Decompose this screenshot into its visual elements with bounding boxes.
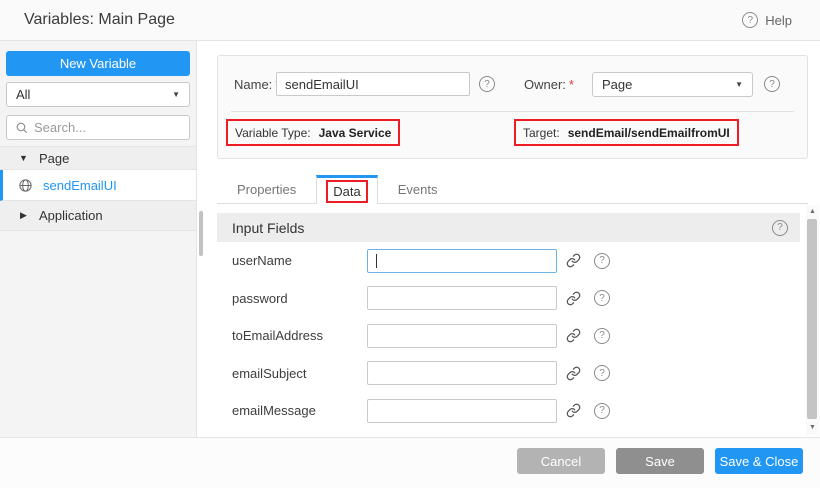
field-label: userName [232,253,367,268]
tab-data[interactable]: Data [316,175,377,204]
username-input[interactable] [367,249,557,273]
scrollbar-thumb[interactable] [807,219,817,419]
name-field[interactable] [276,72,470,96]
field-label: emailMessage [232,403,367,418]
tree-item-label: sendEmailUI [43,178,117,193]
help-icon: ? [742,12,758,28]
search-box[interactable] [6,115,190,140]
data-tab-panel: Input Fields ? userName ? password ? toE… [217,213,800,430]
tree-item-sendemailui[interactable]: sendEmailUI [0,170,196,201]
bind-link-icon[interactable] [566,291,581,306]
password-input[interactable] [367,286,557,310]
field-row-toemailaddress: toEmailAddress ? [217,317,800,355]
scroll-up-icon[interactable]: ▲ [806,206,819,218]
toemailaddress-input[interactable] [367,324,557,348]
tab-data-label: Data [333,184,360,199]
bind-link-icon[interactable] [566,403,581,418]
sidebar-scroll-track [196,41,205,437]
page-title: Variables: Main Page [24,11,175,29]
field-row-username: userName ? [217,242,800,280]
field-help-icon[interactable]: ? [594,253,610,269]
dialog-footer: Cancel Save Save & Close [0,437,820,488]
caret-right-icon: ▶ [18,210,29,221]
field-label: toEmailAddress [232,328,367,343]
input-fields-title: Input Fields [232,220,304,236]
emailmessage-input[interactable] [367,399,557,423]
field-help-icon[interactable]: ? [594,403,610,419]
field-help-icon[interactable]: ? [594,365,610,381]
tab-events[interactable]: Events [378,175,458,203]
field-help-icon[interactable]: ? [594,290,610,306]
bind-link-icon[interactable] [566,253,581,268]
filter-selected-value: All [16,87,30,102]
annotation-box-target: Target: sendEmail/sendEmailfromUI [514,119,739,146]
search-icon [15,121,28,134]
field-row-password: password ? [217,280,800,318]
sidebar: New Variable All ▼ ▼ Page sendEmailUI ▶ … [0,41,205,437]
target-value: sendEmail/sendEmailfromUI [568,126,730,140]
help-label: Help [765,13,792,28]
chevron-down-icon: ▼ [172,90,180,99]
variable-details: Name:* ? Owner:* Page ▼ ? Variable Type:… [205,41,820,437]
input-fields-header: Input Fields ? [217,213,800,242]
caret-down-icon: ▼ [18,153,29,163]
variable-tree: ▼ Page sendEmailUI ▶ Application [0,146,196,231]
save-button[interactable]: Save [616,448,704,474]
search-input[interactable] [34,120,181,135]
variable-meta-panel: Name:* ? Owner:* Page ▼ ? Variable Type:… [217,55,808,159]
variables-dialog: Variables: Main Page ? Help New Variable… [0,0,820,488]
filter-select[interactable]: All ▼ [6,82,190,107]
bind-link-icon[interactable] [566,366,581,381]
annotation-box-variable-type: Variable Type: Java Service [226,119,400,146]
save-and-close-button[interactable]: Save & Close [715,448,803,474]
tree-group-application-label: Application [39,208,103,223]
required-marker: * [569,77,574,92]
cancel-button[interactable]: Cancel [517,448,605,474]
tree-group-application[interactable]: ▶ Application [0,201,196,231]
scroll-down-icon[interactable]: ▼ [806,422,819,434]
variable-type-value: Java Service [319,126,392,140]
emailsubject-input[interactable] [367,361,557,385]
field-label: password [232,291,367,306]
chevron-down-icon: ▼ [735,80,743,89]
field-row-emailmessage: emailMessage ? [217,392,800,430]
tree-group-page[interactable]: ▼ Page [0,146,196,170]
help-button[interactable]: ? Help [742,12,792,28]
text-cursor [376,254,377,268]
variable-type-label: Variable Type: [235,126,311,140]
owner-selected-value: Page [602,77,632,92]
divider [231,111,794,112]
dialog-header: Variables: Main Page ? Help [0,0,820,41]
owner-select[interactable]: Page ▼ [592,72,753,97]
sidebar-scrollbar[interactable] [199,211,203,256]
target-label: Target: [523,126,560,140]
name-label: Name:* [234,77,280,92]
input-fields-help-icon[interactable]: ? [772,220,788,236]
tab-bar: Properties Data Events [217,175,808,204]
new-variable-button[interactable]: New Variable [6,51,190,76]
field-row-emailsubject: emailSubject ? [217,355,800,393]
field-help-icon[interactable]: ? [594,328,610,344]
content-scrollbar[interactable]: ▲ ▼ [806,205,819,435]
globe-icon [18,178,33,193]
name-help-icon[interactable]: ? [479,76,495,92]
owner-label: Owner:* [524,77,574,92]
tree-group-page-label: Page [39,151,69,166]
tab-properties[interactable]: Properties [217,175,316,203]
bind-link-icon[interactable] [566,328,581,343]
field-label: emailSubject [232,366,367,381]
annotation-box-data-tab: Data [326,180,367,203]
owner-help-icon[interactable]: ? [764,76,780,92]
